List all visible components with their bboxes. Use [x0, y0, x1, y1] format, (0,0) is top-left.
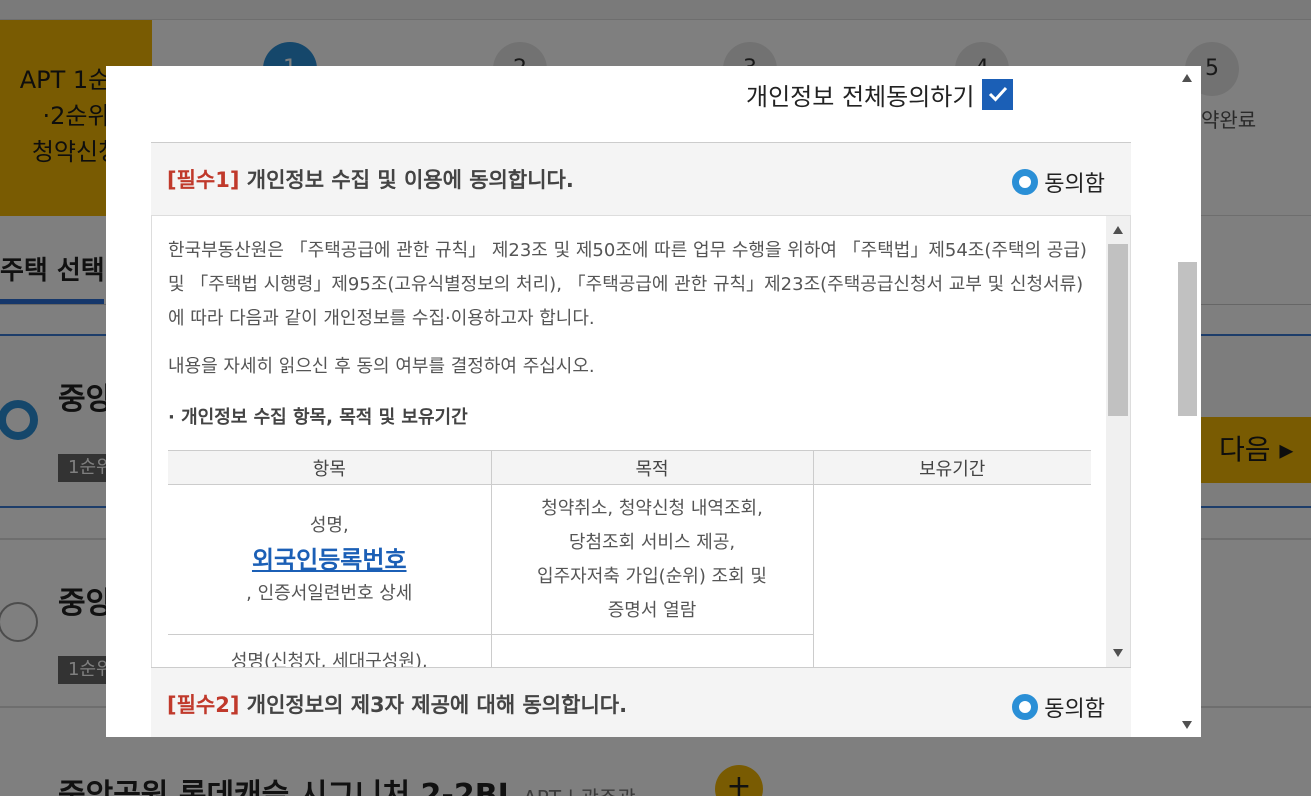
- privacy-consent-modal: 개인정보 전체동의하기 [필수1] 개인정보 수집 및 이용에 동의합니다. 동…: [106, 66, 1201, 737]
- column-header: 보유기간: [812, 450, 1091, 485]
- table-row: 성명, 외국인등록번호 , 인증서일련번호 상세 청약취소, 청약신청 내역조회…: [168, 484, 1091, 667]
- agree-radio[interactable]: [1012, 694, 1039, 720]
- agree-label: 동의함: [1044, 697, 1105, 722]
- column-header: 항목: [168, 450, 492, 485]
- scroll-down-icon[interactable]: [1182, 721, 1192, 729]
- section-2-title: [필수2] 개인정보의 제3자 제공에 대해 동의합니다.: [167, 668, 627, 737]
- purpose-cell: 청약취소, 청약신청 내역조회, 당첨조회 서비스 제공, 입주자저축 가입(순…: [490, 484, 814, 635]
- required-tag: 필수2: [176, 693, 230, 717]
- agree-all-checkbox[interactable]: [982, 78, 1014, 110]
- item-cell: 성명(신청자, 세대구성원),: [168, 634, 492, 667]
- scroll-up-icon[interactable]: [1182, 74, 1192, 82]
- collection-items-heading: · 개인정보 수집 항목, 목적 및 보유기간: [168, 407, 468, 428]
- purpose-line: 청약취소, 청약신청 내역조회,: [541, 497, 763, 519]
- agree-all-label: 개인정보 전체동의하기: [746, 82, 975, 111]
- scroll-down-icon[interactable]: [1113, 649, 1123, 657]
- purpose-line: 입주자저축 가입(순위) 조회 및: [537, 565, 767, 587]
- item-prefix: 성명(신청자, 세대구성원),: [230, 651, 428, 667]
- scrollbar-thumb[interactable]: [1178, 262, 1197, 416]
- required-tag-open: [: [167, 168, 177, 192]
- check-icon: [988, 86, 1008, 102]
- notice-paragraph: 한국부동산원은 「주택공급에 관한 규칙」 제23조 및 제50조에 따른 업무…: [168, 240, 1087, 329]
- purpose-cell: [490, 634, 813, 667]
- column-header: 목적: [490, 450, 814, 485]
- section-2-text: 개인정보의 제3자 제공에 대해 동의합니다.: [239, 693, 628, 717]
- section-2-agree-option[interactable]: 동의함: [1012, 691, 1105, 723]
- required-tag: 필수1: [176, 168, 230, 192]
- purpose-line: 당첨조회 서비스 제공,: [568, 531, 736, 553]
- item-cell: 성명, 외국인등록번호 , 인증서일련번호 상세: [168, 484, 492, 635]
- foreigner-registration-link[interactable]: 외국인등록번호: [168, 543, 491, 577]
- section-1-title: [필수1] 개인정보 수집 및 이용에 동의합니다.: [167, 143, 574, 217]
- section-1-header: [필수1] 개인정보 수집 및 이용에 동의합니다. 동의함: [151, 142, 1131, 216]
- section-1-content: 한국부동산원은 「주택공급에 관한 규칙」 제23조 및 제50조에 따른 업무…: [151, 216, 1131, 667]
- content-text: 한국부동산원은 「주택공급에 관한 규칙」 제23조 및 제50조에 따른 업무…: [168, 234, 1092, 432]
- section-1-text: 개인정보 수집 및 이용에 동의합니다.: [239, 168, 574, 192]
- agree-all-row[interactable]: 개인정보 전체동의하기: [746, 78, 1014, 111]
- scrollbar-thumb[interactable]: [1108, 244, 1128, 416]
- required-tag-open: [: [167, 693, 177, 717]
- purpose-line: 증명서 열람: [607, 599, 697, 621]
- section-1-agree-option[interactable]: 동의함: [1012, 166, 1105, 198]
- scroll-up-icon[interactable]: [1113, 226, 1123, 234]
- agree-label: 동의함: [1044, 172, 1105, 197]
- table-header-row: 항목 목적 보유기간: [168, 450, 1091, 485]
- collection-items-table: 항목 목적 보유기간 성명, 외국인등록번호 , 인증서일련번호 상세 청약취소…: [168, 450, 1091, 667]
- modal-scrollbar[interactable]: [1174, 66, 1201, 737]
- notice-paragraph: 내용을 자세히 읽으신 후 동의 여부를 결정하여 주십시오.: [168, 356, 595, 377]
- item-prefix: 성명,: [309, 514, 349, 536]
- content-scrollbar[interactable]: [1106, 216, 1130, 667]
- agree-radio[interactable]: [1012, 169, 1039, 195]
- item-suffix: , 인증서일련번호 상세: [246, 582, 413, 604]
- section-2-header: [필수2] 개인정보의 제3자 제공에 대해 동의합니다. 동의함: [151, 667, 1131, 737]
- retention-cell: [812, 484, 1091, 667]
